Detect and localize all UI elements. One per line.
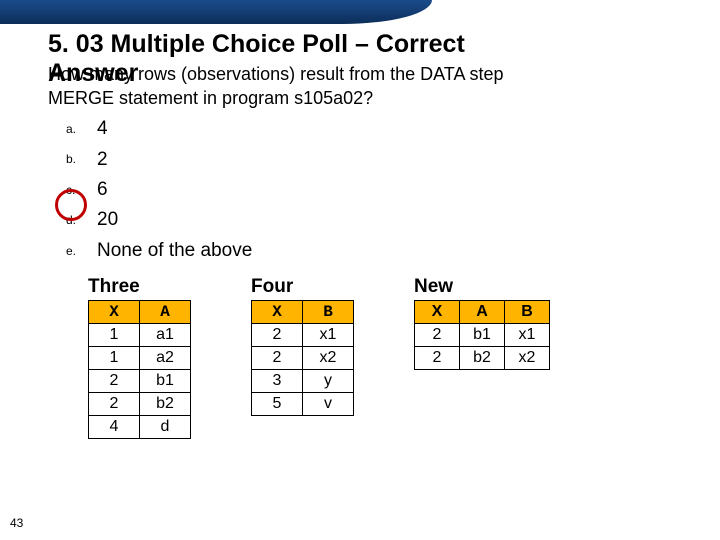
option-b-label: b. xyxy=(66,150,92,169)
table-cell: v xyxy=(303,393,354,416)
table-three: X A 1a1 1a2 2b1 2b2 4d xyxy=(88,300,191,439)
table-three-header-0: X xyxy=(89,301,140,324)
table-cell: a1 xyxy=(140,324,191,347)
table-cell: x2 xyxy=(505,347,550,370)
option-c-value: 6 xyxy=(97,179,108,200)
table-cell: 1 xyxy=(89,347,140,370)
option-a-value: 4 xyxy=(97,118,108,139)
option-e-value: None of the above xyxy=(97,240,252,261)
option-e: e. None of the above xyxy=(66,236,672,266)
table-three-header-1: A xyxy=(140,301,191,324)
table-cell: x1 xyxy=(505,324,550,347)
table-new-name: New xyxy=(414,276,550,298)
table-cell: 4 xyxy=(89,416,140,439)
table-cell: 2 xyxy=(252,324,303,347)
option-d: d. 20 xyxy=(66,205,672,235)
table-cell: x1 xyxy=(303,324,354,347)
table-four-header-1: B xyxy=(303,301,354,324)
table-cell: b1 xyxy=(140,370,191,393)
table-new-group: New X A B 2 b1 x1 2 b2 x2 xyxy=(414,276,550,439)
table-cell: y xyxy=(303,370,354,393)
table-cell: d xyxy=(140,416,191,439)
title-block: 5. 03 Multiple Choice Poll – Correct Ans… xyxy=(48,30,672,110)
table-cell: b2 xyxy=(140,393,191,416)
option-b-value: 2 xyxy=(97,149,108,170)
table-four-header-0: X xyxy=(252,301,303,324)
table-four-name: Four xyxy=(251,276,354,298)
option-c: c. 6 xyxy=(66,175,672,205)
table-cell: 5 xyxy=(252,393,303,416)
table-cell: 2 xyxy=(89,393,140,416)
table-cell: b1 xyxy=(460,324,505,347)
title-line-1: 5. 03 Multiple Choice Poll – Correct xyxy=(48,30,465,58)
table-cell: 2 xyxy=(415,347,460,370)
table-three-name: Three xyxy=(88,276,191,298)
table-three-group: Three X A 1a1 1a2 2b1 2b2 4d xyxy=(88,276,191,439)
slide-top-bar xyxy=(0,0,432,24)
table-cell: x2 xyxy=(303,347,354,370)
option-e-label: e. xyxy=(66,242,92,261)
option-a: a. 4 xyxy=(66,114,672,144)
question-line-2: MERGE statement in program s105a02? xyxy=(48,88,373,108)
question-text: How many rows (observations) result from… xyxy=(48,62,672,111)
table-new-header-1: A xyxy=(460,301,505,324)
slide-body: 5. 03 Multiple Choice Poll – Correct Ans… xyxy=(0,24,720,540)
table-cell: 2 xyxy=(415,324,460,347)
table-new-header-0: X xyxy=(415,301,460,324)
table-cell: 3 xyxy=(252,370,303,393)
table-cell: 2 xyxy=(252,347,303,370)
table-new-header-2: B xyxy=(505,301,550,324)
page-number: 43 xyxy=(10,516,23,530)
table-four: X B 2x1 2x2 3y 5v xyxy=(251,300,354,416)
question-line-1: How many rows (observations) result from… xyxy=(48,64,503,84)
answer-options: a. 4 b. 2 c. 6 d. 20 e. None of the abov… xyxy=(48,114,672,266)
correct-answer-circle xyxy=(55,189,87,221)
data-tables-row: Three X A 1a1 1a2 2b1 2b2 4d Four X B xyxy=(48,276,672,439)
table-cell: b2 xyxy=(460,347,505,370)
table-cell: a2 xyxy=(140,347,191,370)
table-cell: 2 xyxy=(89,370,140,393)
table-cell: 1 xyxy=(89,324,140,347)
option-d-value: 20 xyxy=(97,209,118,230)
option-b: b. 2 xyxy=(66,145,672,175)
table-four-group: Four X B 2x1 2x2 3y 5v xyxy=(251,276,354,439)
option-a-label: a. xyxy=(66,120,92,139)
table-new: X A B 2 b1 x1 2 b2 x2 xyxy=(414,300,550,370)
